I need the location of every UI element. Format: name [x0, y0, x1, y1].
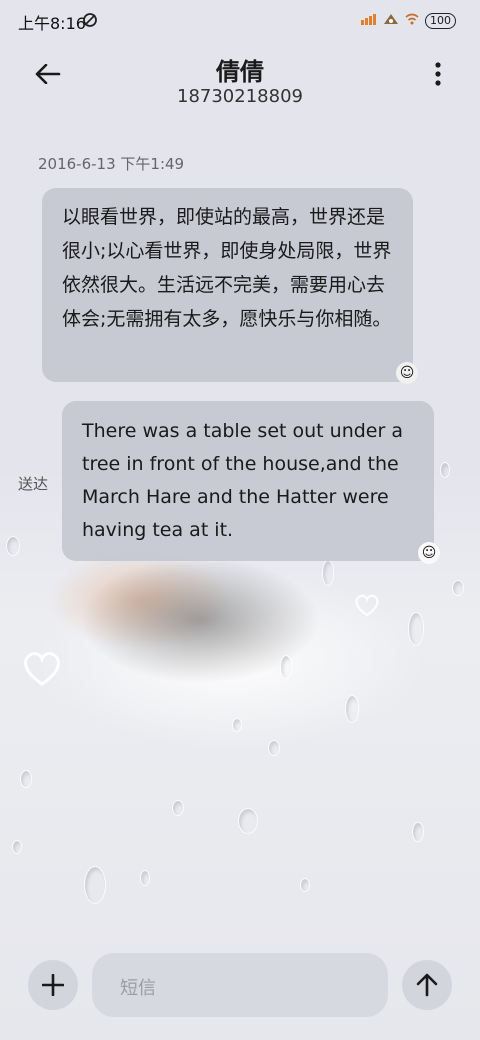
contact-phone-number: 18730218809	[177, 86, 303, 107]
message-bubble-received[interactable]: 以眼看世界，即使站的最高，世界还是很小;以心看世界，即使身处局限，世界依然很大。…	[42, 188, 413, 382]
heart-decoration-icon	[24, 652, 60, 686]
avatar-sticker-icon: ☺	[418, 542, 440, 564]
contact-name: 倩倩	[216, 58, 264, 86]
battery-level: 100	[425, 12, 456, 29]
message-input-placeholder: 短信	[120, 978, 156, 999]
wifi-icon	[405, 13, 419, 28]
message-timestamp: 2016-6-13 下午1:49	[38, 155, 185, 173]
conversation-header: 倩倩 18730218809	[0, 44, 480, 124]
message-text: 以眼看世界，即使站的最高，世界还是很小;以心看世界，即使身处局限，世界依然很大。…	[62, 206, 392, 330]
add-attachment-button[interactable]	[28, 960, 78, 1010]
message-text: There was a table set out under a tree i…	[82, 420, 403, 541]
heart-decoration-icon	[355, 594, 379, 617]
compose-bar: 短信	[0, 950, 480, 1020]
signal-icon	[361, 13, 377, 28]
more-options-button[interactable]	[426, 56, 450, 92]
delivery-status: 送达	[18, 475, 49, 493]
send-button[interactable]	[402, 960, 452, 1010]
avatar-sticker-icon: ☺	[396, 362, 418, 384]
more-vertical-icon	[435, 62, 441, 86]
status-time: 上午8:16	[18, 14, 86, 33]
status-bar: 上午8:16 100	[0, 0, 480, 44]
arrow-up-icon	[416, 973, 438, 997]
sync-icon	[82, 12, 98, 32]
message-bubble-sent[interactable]: There was a table set out under a tree i…	[62, 401, 434, 561]
app-notification-icon	[383, 12, 399, 29]
plus-icon	[42, 974, 64, 996]
message-input[interactable]: 短信	[92, 953, 388, 1017]
